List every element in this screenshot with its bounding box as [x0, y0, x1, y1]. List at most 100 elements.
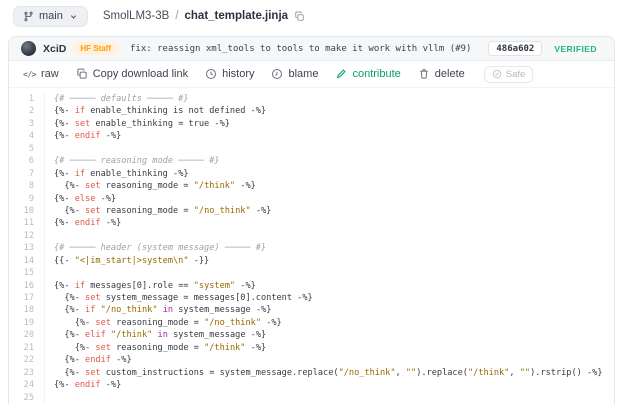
contribute-label: contribute — [352, 68, 400, 80]
line-number[interactable]: 3 — [9, 118, 45, 130]
code-line-content: {%- set reasoning_mode = "/think" -%} — [45, 342, 266, 354]
code-block: 1{# ───── defaults ───── #}2{%- if enabl… — [9, 93, 614, 404]
blame-label: blame — [288, 68, 318, 80]
copy-icon — [76, 68, 88, 80]
line-number[interactable]: 1 — [9, 93, 45, 105]
blame-icon — [271, 68, 283, 80]
commit-author-link[interactable]: XciD — [43, 43, 66, 55]
safe-scan-badge[interactable]: Safe — [484, 66, 534, 83]
copy-path-icon[interactable] — [294, 11, 305, 22]
commit-message-link[interactable]: fix: reassign xml_tools to tools to make… — [130, 44, 471, 54]
code-line-content: {%- endif -%} — [45, 217, 121, 229]
code-line: 23 {%- set custom_instructions = system_… — [9, 367, 614, 379]
line-number[interactable]: 14 — [9, 255, 45, 267]
code-line-content: {%- if enable_thinking is not defined -%… — [45, 105, 266, 117]
line-number[interactable]: 22 — [9, 354, 45, 366]
line-number[interactable]: 15 — [9, 267, 45, 279]
line-number[interactable]: 11 — [9, 217, 45, 229]
code-line-content: {%- endif -%} — [45, 379, 121, 391]
code-line: 7{%- if enable_thinking -%} — [9, 168, 614, 180]
code-line-content: {%- set enable_thinking = true -%} — [45, 118, 230, 130]
code-viewer: 1{# ───── defaults ───── #}2{%- if enabl… — [9, 88, 614, 404]
history-button[interactable]: history — [205, 68, 254, 80]
delete-button[interactable]: delete — [418, 68, 465, 80]
breadcrumb-separator: / — [175, 10, 178, 22]
line-number[interactable]: 23 — [9, 367, 45, 379]
code-line-content: {%- set custom_instructions = system_mes… — [45, 367, 603, 379]
code-line: 8 {%- set reasoning_mode = "/think" -%} — [9, 180, 614, 192]
contribute-button[interactable]: contribute — [335, 68, 400, 80]
file-toolbar: </> raw Copy download link history blame — [9, 61, 614, 88]
code-line-content: {# ───── header (system message) ───── #… — [45, 242, 266, 254]
line-number[interactable]: 10 — [9, 205, 45, 217]
breadcrumb-file-name: chat_template.jinja — [185, 10, 289, 22]
code-line-content: {%- set system_message = messages[0].con… — [45, 292, 313, 304]
line-number[interactable]: 24 — [9, 379, 45, 391]
code-line: 14{{- "<|im_start|>system\n" -}} — [9, 255, 614, 267]
code-line-content: {%- if enable_thinking -%} — [45, 168, 189, 180]
code-line: 21 {%- set reasoning_mode = "/think" -%} — [9, 342, 614, 354]
code-line: 3{%- set enable_thinking = true -%} — [9, 118, 614, 130]
code-line-content — [45, 392, 54, 404]
blame-button[interactable]: blame — [271, 68, 318, 80]
code-line: 4{%- endif -%} — [9, 130, 614, 142]
code-line: 20 {%- elif "/think" in system_message -… — [9, 329, 614, 341]
code-line-content: {%- elif "/think" in system_message -%} — [45, 329, 266, 341]
line-number[interactable]: 4 — [9, 130, 45, 142]
code-line: 6{# ───── reasoning mode ───── #} — [9, 155, 614, 167]
raw-button-label: raw — [41, 68, 59, 80]
commit-hash-link[interactable]: 486a602 — [488, 41, 542, 56]
line-number[interactable]: 6 — [9, 155, 45, 167]
hf-staff-badge: HF Staff — [73, 42, 118, 55]
pencil-icon — [335, 68, 347, 80]
code-line: 1{# ───── defaults ───── #} — [9, 93, 614, 105]
code-line: 5 — [9, 143, 614, 155]
trash-icon — [418, 68, 430, 80]
code-line: 22 {%- endif -%} — [9, 354, 614, 366]
code-line: 17 {%- set system_message = messages[0].… — [9, 292, 614, 304]
code-line: 18 {%- if "/no_think" in system_message … — [9, 304, 614, 316]
chevron-down-icon — [69, 12, 78, 21]
line-number[interactable]: 19 — [9, 317, 45, 329]
code-line: 13{# ───── header (system message) ─────… — [9, 242, 614, 254]
code-line-content: {%- endif -%} — [45, 130, 121, 142]
verified-badge: VERIFIED — [554, 44, 597, 54]
code-line: 12 — [9, 230, 614, 242]
code-line-content — [45, 143, 54, 155]
code-line: 25 — [9, 392, 614, 404]
copy-download-link-button[interactable]: Copy download link — [76, 68, 188, 80]
file-viewer-card: XciD HF Staff fix: reassign xml_tools to… — [8, 36, 615, 404]
line-number[interactable]: 25 — [9, 392, 45, 404]
line-number[interactable]: 9 — [9, 193, 45, 205]
code-line-content — [45, 267, 54, 279]
history-clock-icon — [205, 68, 217, 80]
code-line-content: {%- else -%} — [45, 193, 116, 205]
delete-label: delete — [435, 68, 465, 80]
code-line-content: {# ───── defaults ───── #} — [45, 93, 189, 105]
code-line: 9{%- else -%} — [9, 193, 614, 205]
line-number[interactable]: 8 — [9, 180, 45, 192]
line-number[interactable]: 17 — [9, 292, 45, 304]
safe-check-icon — [492, 69, 502, 79]
line-number[interactable]: 16 — [9, 280, 45, 292]
git-branch-icon — [23, 11, 34, 22]
line-number[interactable]: 5 — [9, 143, 45, 155]
line-number[interactable]: 7 — [9, 168, 45, 180]
line-number[interactable]: 20 — [9, 329, 45, 341]
code-line: 24{%- endif -%} — [9, 379, 614, 391]
line-number[interactable]: 13 — [9, 242, 45, 254]
code-line: 10 {%- set reasoning_mode = "/no_think" … — [9, 205, 614, 217]
breadcrumb-repo-link[interactable]: SmolLM3-3B — [103, 10, 169, 22]
code-line-content: {%- set reasoning_mode = "/no_think" -%} — [45, 205, 271, 217]
line-number[interactable]: 18 — [9, 304, 45, 316]
history-label: history — [222, 68, 254, 80]
author-avatar[interactable] — [21, 41, 36, 56]
code-line: 16{%- if messages[0].role == "system" -%… — [9, 280, 614, 292]
code-line-content — [45, 230, 54, 242]
line-number[interactable]: 12 — [9, 230, 45, 242]
branch-selector[interactable]: main — [13, 6, 88, 27]
line-number[interactable]: 21 — [9, 342, 45, 354]
file-header-bar: main SmolLM3-3B / chat_template.jinja — [0, 0, 623, 32]
raw-button[interactable]: </> raw — [23, 68, 59, 80]
line-number[interactable]: 2 — [9, 105, 45, 117]
